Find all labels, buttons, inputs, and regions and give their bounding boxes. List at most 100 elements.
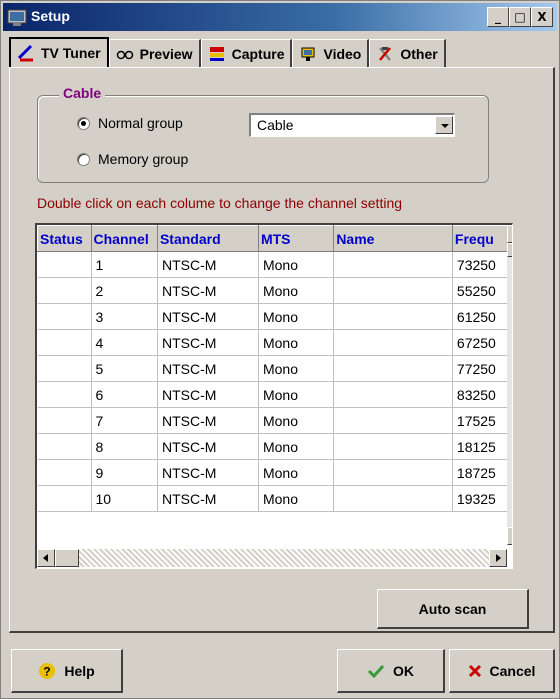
name-cell[interactable] [333, 251, 453, 278]
help-button[interactable]: ? Help [11, 649, 123, 693]
column-header-status[interactable]: Status [37, 225, 92, 252]
close-button[interactable]: X [531, 7, 553, 27]
cable-source-select[interactable]: Cable [249, 113, 455, 137]
status-cell[interactable] [37, 251, 92, 278]
channel-cell[interactable]: 5 [91, 355, 158, 382]
cancel-button[interactable]: Cancel [449, 649, 555, 693]
minimize-button[interactable]: _ [487, 7, 509, 27]
mts-cell[interactable]: Mono [258, 407, 335, 434]
table-row[interactable]: 5 NTSC-M Mono 77250 [37, 355, 512, 382]
table-row[interactable]: 8 NTSC-M Mono 18125 [37, 433, 512, 460]
channel-cell[interactable]: 2 [91, 277, 158, 304]
scroll-right-icon[interactable] [489, 549, 507, 567]
channel-grid[interactable]: Status Channel Standard MTS Name Frequ 1… [35, 223, 513, 569]
normal-group-option[interactable]: Normal group [77, 115, 183, 131]
frequency-cell[interactable]: 83250 [452, 381, 512, 408]
scroll-left-icon[interactable] [37, 549, 55, 567]
frequency-cell[interactable]: 17525 [452, 407, 512, 434]
status-cell[interactable] [37, 407, 92, 434]
name-cell[interactable] [333, 381, 453, 408]
status-cell[interactable] [37, 303, 92, 330]
channel-cell[interactable]: 6 [91, 381, 158, 408]
mts-cell[interactable]: Mono [258, 303, 335, 330]
channel-cell[interactable]: 9 [91, 459, 158, 486]
column-header-standard[interactable]: Standard [156, 225, 259, 252]
standard-cell[interactable]: NTSC-M [157, 459, 259, 486]
scroll-thumb[interactable] [55, 549, 79, 567]
status-cell[interactable] [37, 485, 92, 512]
standard-cell[interactable]: NTSC-M [157, 381, 259, 408]
scroll-up-icon[interactable] [507, 225, 512, 243]
scroll-thumb[interactable] [507, 243, 512, 257]
status-cell[interactable] [37, 459, 92, 486]
name-cell[interactable] [333, 355, 453, 382]
radio-button[interactable] [77, 116, 90, 130]
table-row[interactable]: 7 NTSC-M Mono 17525 [37, 407, 512, 434]
frequency-cell[interactable]: 55250 [452, 277, 512, 304]
channel-cell[interactable]: 8 [91, 433, 158, 460]
tab-other[interactable]: Other [369, 39, 446, 67]
standard-cell[interactable]: NTSC-M [157, 277, 259, 304]
chevron-down-icon[interactable] [435, 116, 453, 134]
mts-cell[interactable]: Mono [258, 485, 335, 512]
column-header-mts[interactable]: MTS [257, 225, 335, 252]
table-row[interactable]: 4 NTSC-M Mono 67250 [37, 329, 512, 356]
channel-cell[interactable]: 7 [91, 407, 158, 434]
name-cell[interactable] [333, 459, 453, 486]
frequency-cell[interactable]: 73250 [452, 251, 512, 278]
frequency-cell[interactable]: 77250 [452, 355, 512, 382]
mts-cell[interactable]: Mono [258, 381, 335, 408]
tab-video[interactable]: Video [292, 39, 370, 67]
channel-cell[interactable]: 10 [91, 485, 158, 512]
tab-tv-tuner[interactable]: TV Tuner [9, 37, 109, 67]
frequency-cell[interactable]: 18125 [452, 433, 512, 460]
name-cell[interactable] [333, 329, 453, 356]
scroll-down-icon[interactable] [507, 527, 512, 545]
frequency-cell[interactable]: 18725 [452, 459, 512, 486]
title-bar[interactable]: Setup _ □ X [3, 3, 557, 31]
horizontal-scrollbar[interactable] [37, 549, 507, 567]
table-row[interactable]: 2 NTSC-M Mono 55250 [37, 277, 512, 304]
column-header-name[interactable]: Name [333, 225, 453, 252]
channel-cell[interactable]: 4 [91, 329, 158, 356]
channel-cell[interactable]: 1 [91, 251, 158, 278]
standard-cell[interactable]: NTSC-M [157, 433, 259, 460]
tab-preview[interactable]: Preview [108, 39, 201, 67]
mts-cell[interactable]: Mono [258, 433, 335, 460]
standard-cell[interactable]: NTSC-M [157, 303, 259, 330]
memory-group-option[interactable]: Memory group [77, 151, 188, 167]
status-cell[interactable] [37, 355, 92, 382]
table-row[interactable]: 9 NTSC-M Mono 18725 [37, 459, 512, 486]
standard-cell[interactable]: NTSC-M [157, 355, 259, 382]
mts-cell[interactable]: Mono [258, 355, 335, 382]
table-row[interactable]: 3 NTSC-M Mono 61250 [37, 303, 512, 330]
status-cell[interactable] [37, 433, 92, 460]
status-cell[interactable] [37, 329, 92, 356]
tab-capture[interactable]: Capture [200, 39, 293, 67]
standard-cell[interactable]: NTSC-M [157, 485, 259, 512]
ok-button[interactable]: OK [337, 649, 445, 693]
status-cell[interactable] [37, 277, 92, 304]
frequency-cell[interactable]: 19325 [452, 485, 512, 512]
table-row[interactable]: 1 NTSC-M Mono 73250 [37, 251, 512, 278]
column-header-channel[interactable]: Channel [90, 225, 158, 252]
name-cell[interactable] [333, 303, 453, 330]
mts-cell[interactable]: Mono [258, 277, 335, 304]
name-cell[interactable] [333, 407, 453, 434]
vertical-scrollbar[interactable] [507, 225, 512, 545]
mts-cell[interactable]: Mono [258, 251, 335, 278]
standard-cell[interactable]: NTSC-M [157, 251, 259, 278]
standard-cell[interactable]: NTSC-M [157, 329, 259, 356]
status-cell[interactable] [37, 381, 92, 408]
column-header-frequency[interactable]: Frequ [451, 225, 512, 252]
maximize-button[interactable]: □ [509, 7, 531, 27]
mts-cell[interactable]: Mono [258, 329, 335, 356]
radio-button[interactable] [77, 152, 90, 166]
table-row[interactable]: 6 NTSC-M Mono 83250 [37, 381, 512, 408]
frequency-cell[interactable]: 61250 [452, 303, 512, 330]
name-cell[interactable] [333, 433, 453, 460]
name-cell[interactable] [333, 485, 453, 512]
table-row[interactable]: 10 NTSC-M Mono 19325 [37, 485, 512, 512]
standard-cell[interactable]: NTSC-M [157, 407, 259, 434]
frequency-cell[interactable]: 67250 [452, 329, 512, 356]
